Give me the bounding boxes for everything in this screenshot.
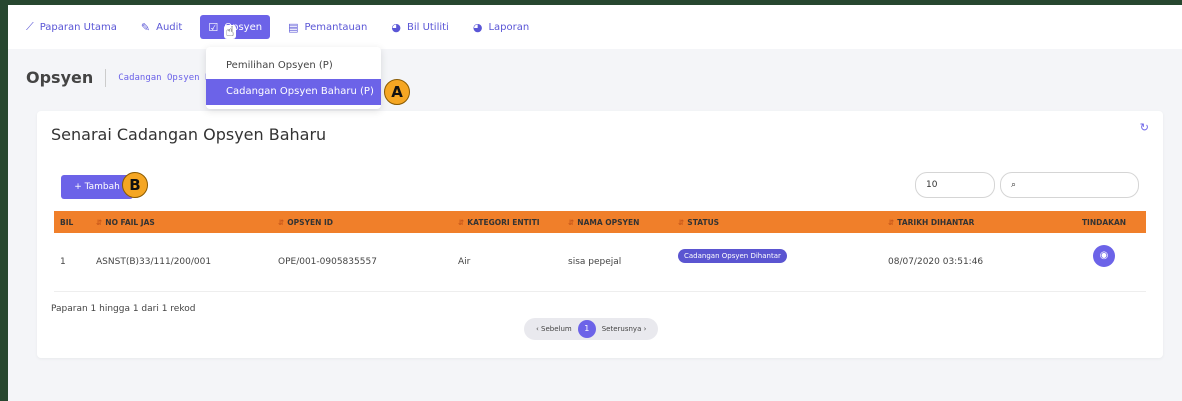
page-title: Opsyen	[26, 68, 94, 87]
nav-item-label: Audit	[156, 21, 183, 33]
cell-tarikh-dihantar: 08/07/2020 03:51:46	[888, 256, 984, 267]
column-header-no-fail-jas[interactable]: ⇵ NO FAIL JAS	[90, 211, 272, 233]
card-title: Senarai Cadangan Opsyen Baharu	[51, 125, 327, 144]
options-list-card: Senarai Cadangan Opsyen Baharu ↻ + Tamba…	[37, 111, 1163, 358]
nav-item-bil-utiliti[interactable]: ◕ Bil Utiliti	[391, 15, 448, 39]
cell-opsyen-id: OPE/001-0905835557	[278, 256, 377, 267]
pie-chart-icon: ◕	[472, 20, 483, 34]
edit-icon: ✎	[140, 20, 151, 34]
view-eye-icon[interactable]: ◉	[1093, 244, 1115, 267]
search-input[interactable]: ⌕	[1000, 172, 1139, 198]
breadcrumb[interactable]: Cadangan Opsyen B	[118, 73, 210, 83]
nav-item-label: Paparan Utama	[39, 21, 117, 33]
nav-item-label: Pemantauan	[304, 21, 368, 33]
cell-bil: 1	[60, 256, 66, 267]
pagination: ‹ Sebelum 1 Seterusnya ›	[524, 318, 659, 340]
checklist-icon: ☑	[208, 20, 219, 34]
records-info: Paparan 1 hingga 1 dari 1 rekod	[51, 304, 196, 314]
column-header-tindakan: TINDAKAN	[1081, 217, 1127, 227]
cell-no-fail-jas: ASNST(B)33/111/200/001	[96, 256, 212, 267]
top-navigation: ⟋ Paparan Utama ✎ Audit ☑ Opsyen ▤ Peman…	[8, 5, 1182, 49]
nav-item-laporan[interactable]: ◕ Laporan	[473, 15, 529, 39]
annotation-badge-a: A	[384, 79, 410, 105]
opsyen-dropdown-menu: Pemilihan Opsyen (P) Cadangan Opsyen Bah…	[206, 47, 381, 109]
options-table: BIL ⇵ NO FAIL JAS ⇵ OPSYEN ID ⇵ KATEGORI EN…	[54, 211, 1146, 292]
column-header-tarikh-dihantar[interactable]: ⇵ TARIKH DIHANTAR	[882, 211, 1062, 233]
table-header-row: BIL ⇵ NO FAIL JAS ⇵ OPSYEN ID ⇵ KATEGORI EN…	[54, 211, 1146, 233]
prev-page-button[interactable]: ‹ Sebelum	[530, 325, 578, 333]
page-1-button[interactable]: 1	[577, 320, 596, 338]
annotation-badge-b: B	[122, 172, 148, 198]
status-badge: Cadangan Opsyen Dihantar	[678, 248, 787, 263]
nav-item-paparan-utama[interactable]: ⟋ Paparan Utama	[26, 15, 117, 39]
nav-item-label: Laporan	[488, 21, 530, 33]
column-header-bil[interactable]: BIL	[54, 211, 90, 233]
pie-chart-icon: ◕	[391, 20, 401, 34]
hand-cursor-icon: ☝	[224, 24, 236, 40]
cell-kategori-entiti: Air	[458, 256, 471, 267]
cell-tindakan: ◉	[1062, 233, 1146, 291]
cell-nama-opsyen: sisa pepejal	[568, 256, 622, 267]
next-page-button[interactable]: Seterusnya ›	[596, 325, 653, 333]
document-icon: ▤	[288, 20, 299, 34]
search-icon: ⌕	[1011, 180, 1017, 190]
cell-status: Cadangan Opsyen Dihantar	[672, 233, 882, 291]
menu-item-cadangan-opsyen-baharu[interactable]: Cadangan Opsyen Baharu (P)	[206, 79, 381, 105]
page-header: Opsyen Cadangan Opsyen B	[26, 68, 210, 87]
column-header-status[interactable]: ⇵ STATUS	[672, 211, 882, 233]
nav-item-pemantauan[interactable]: ▤ Pemantauan	[288, 15, 367, 39]
column-header-opsyen-id[interactable]: ⇵ OPSYEN ID	[272, 211, 452, 233]
page-size-input[interactable]: 10	[915, 172, 995, 198]
table-row: 1 ASNST(B)33/111/200/001 OPE/001-0905835…	[54, 233, 1146, 291]
refresh-icon[interactable]: ↻	[1140, 121, 1149, 134]
header-divider	[105, 68, 107, 87]
nav-item-label: Bil Utiliti	[406, 21, 449, 33]
chart-line-icon: ⟋	[26, 20, 34, 33]
column-header-kategori-entiti[interactable]: ⇵ KATEGORI ENTITI	[452, 211, 562, 233]
nav-item-audit[interactable]: ✎ Audit	[141, 15, 182, 39]
column-header-nama-opsyen[interactable]: ⇵ NAMA OPSYEN	[562, 211, 672, 233]
menu-item-pemilihan-opsyen[interactable]: Pemilihan Opsyen (P)	[206, 53, 381, 79]
